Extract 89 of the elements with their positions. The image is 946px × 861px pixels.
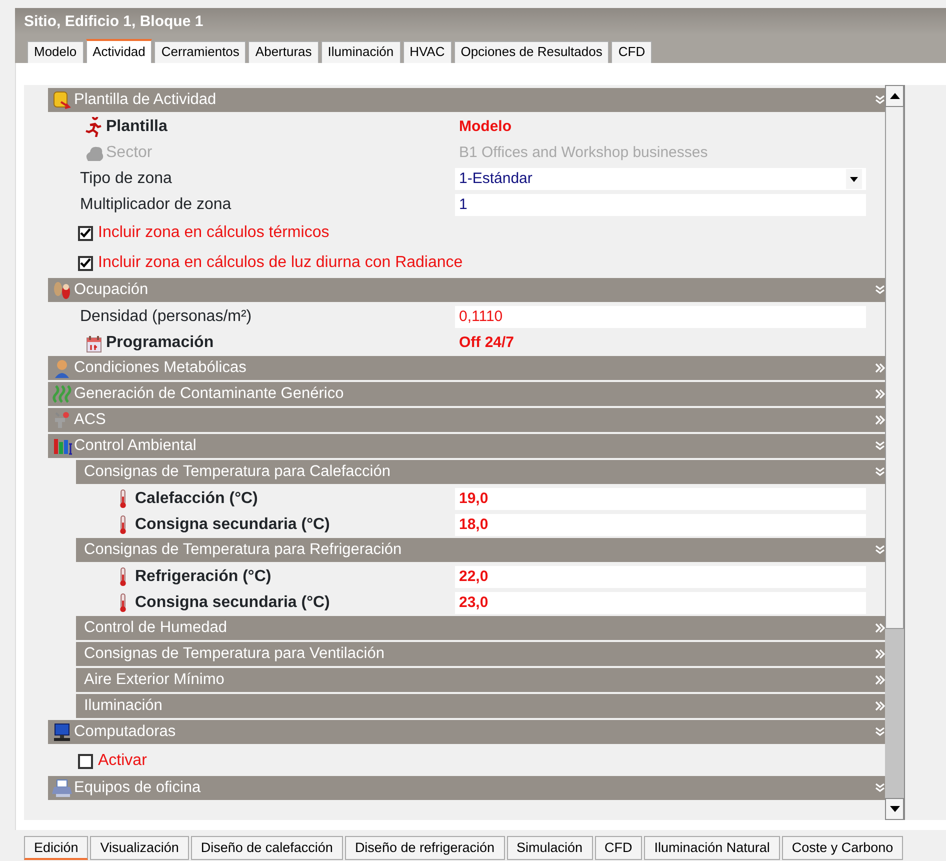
field-label: Sector [106,143,152,163]
tab[interactable]: Edición [24,836,88,860]
scroll-up-button[interactable] [885,85,904,107]
field-label: Plantilla [106,117,168,137]
dropdown[interactable]: 1-Estándar [455,168,866,190]
tab[interactable]: Cerramientos [154,41,246,63]
section-header[interactable]: ACS [48,408,885,432]
field-label: Multiplicador de zona [80,195,232,215]
tap-icon [52,410,72,430]
tab[interactable]: Diseño de refrigeración [344,836,505,860]
section-header[interactable]: Computadoras [48,720,885,744]
section-header[interactable]: Equipos de oficina [48,776,885,800]
expand-icon[interactable] [875,95,885,105]
section-header[interactable]: Control Ambiental [48,434,885,458]
thermometers-icon [52,436,72,456]
field-value[interactable]: Modelo [455,116,866,138]
tab[interactable]: Simulación [506,836,593,860]
tab[interactable]: Opciones de Resultados [454,41,610,63]
people-icon [52,280,72,300]
check-icon [80,258,91,268]
collapse-icon[interactable] [875,649,885,659]
subsection-header[interactable]: Control de Humedad [76,616,885,640]
collapse-icon[interactable] [875,623,885,633]
subsection-header[interactable]: Consignas de Temperatura para Calefacción [76,460,885,484]
checkbox-label: Incluir zona en cálculos de luz diurna con Radiance [98,253,463,273]
checkbox[interactable] [78,256,93,270]
checkbox[interactable] [78,226,93,240]
field-label: Consigna secundaria (°C) [135,515,330,535]
window-title: Sitio, Edificio 1, Bloque 1 [15,8,946,35]
tab[interactable]: Aberturas [248,41,319,63]
up-arrow-icon [890,93,900,99]
input-field[interactable]: 22,0 [455,566,866,588]
collapse-icon[interactable] [875,389,885,399]
field-value[interactable]: Off 24/7 [455,332,866,354]
person-icon [52,358,72,378]
subsection-header[interactable]: Iluminación [76,694,885,718]
waves-icon [52,384,72,404]
input-field[interactable]: 23,0 [455,592,866,614]
section-header[interactable]: Generación de Contaminante Genérico [48,382,885,406]
expand-icon[interactable] [875,783,885,793]
subsection-header[interactable]: Aire Exterior Mínimo [76,668,885,692]
collapse-icon[interactable] [875,675,885,685]
expand-icon[interactable] [875,727,885,737]
scroll-thumb[interactable] [885,107,904,629]
caret-icon [850,176,858,182]
tab[interactable]: Visualización [90,836,189,860]
expand-icon[interactable] [875,441,885,451]
field-label: Densidad (personas/m²) [80,307,252,327]
input-field[interactable]: 1 [455,194,866,216]
field-label: Calefacción (°C) [135,489,258,509]
tab[interactable]: Modelo [27,41,84,63]
collapse-icon[interactable] [875,415,885,425]
input-field[interactable]: 0,1110 [455,306,866,328]
tab[interactable]: HVAC [402,41,452,63]
printer-icon [52,778,72,798]
computer-icon [52,722,72,742]
calendar-icon [84,333,104,353]
field-label: Programación [106,333,214,353]
tab[interactable]: Diseño de calefacción [190,836,343,860]
subsection-header[interactable]: Consignas de Temperatura para Refrigeración [76,538,885,562]
document-icon [52,90,72,110]
tab[interactable]: Iluminación Natural [644,836,780,860]
scroll-down-button[interactable] [885,798,904,820]
checkbox[interactable] [78,754,93,768]
collapse-icon[interactable] [875,701,885,711]
runner-icon [84,117,104,137]
expand-icon[interactable] [875,467,885,477]
expand-icon[interactable] [875,545,885,555]
field-value: B1 Offices and Workshop businesses [458,143,709,163]
tab[interactable]: Coste y Carbono [782,836,904,860]
field-label: Refrigeración (°C) [135,567,272,587]
tab[interactable]: Actividad [86,39,152,63]
input-field[interactable]: 18,0 [455,514,866,536]
collapse-icon[interactable] [875,363,885,373]
expand-icon[interactable] [875,285,885,295]
section-header[interactable]: Ocupación [48,278,885,302]
section-header[interactable]: Plantilla de Actividad [48,88,885,112]
tab[interactable]: CFD [611,41,652,63]
check-icon [80,228,91,238]
field-label: Tipo de zona [80,169,172,189]
checkbox-label: Incluir zona en cálculos térmicos [98,223,330,243]
tab[interactable]: CFD [594,836,642,860]
checkbox-label: Activar [98,751,147,771]
section-header[interactable]: Condiciones Metabólicas [48,356,885,380]
subsection-header[interactable]: Consignas de Temperatura para Ventilación [76,642,885,666]
down-arrow-icon [890,806,900,812]
field-label: Consigna secundaria (°C) [135,593,330,613]
tab[interactable]: Iluminación [320,41,401,63]
input-field[interactable]: 19,0 [455,488,866,510]
